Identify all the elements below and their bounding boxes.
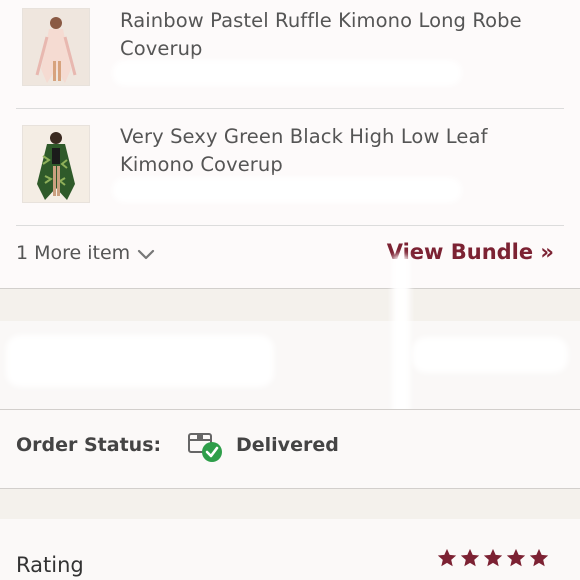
list-item[interactable]: Rainbow Pastel Ruffle Kimono Long Robe C… (0, 0, 580, 108)
rating-stars (436, 547, 551, 573)
spacer-band (0, 289, 580, 321)
list-item[interactable]: Very Sexy Green Black High Low Leaf Kimo… (0, 109, 580, 225)
package-delivered-icon (186, 428, 226, 464)
star-icon (505, 547, 527, 569)
redacted-price (112, 60, 462, 86)
redacted-price (112, 177, 462, 203)
order-status-label: Order Status: (16, 434, 162, 456)
spacer-band (0, 489, 580, 519)
star-icon (459, 547, 481, 569)
redacted-value (412, 337, 568, 373)
divider (16, 225, 564, 226)
star-icon (436, 547, 458, 569)
star-icon (528, 547, 550, 569)
order-status-value: Delivered (236, 434, 339, 456)
more-items-link[interactable]: 1 More item (16, 242, 130, 264)
item-thumbnail[interactable] (22, 125, 90, 203)
redacted-label (6, 335, 274, 387)
redacted-row (0, 321, 580, 409)
item-title[interactable]: Rainbow Pastel Ruffle Kimono Long Robe C… (120, 7, 540, 63)
chevron-down-icon[interactable] (137, 247, 155, 261)
star-icon (482, 547, 504, 569)
view-bundle-link[interactable]: View Bundle » (387, 240, 554, 264)
item-thumbnail[interactable] (22, 8, 90, 86)
order-card: Rainbow Pastel Ruffle Kimono Long Robe C… (0, 0, 580, 288)
rating-label: Rating (16, 553, 84, 577)
item-title[interactable]: Very Sexy Green Black High Low Leaf Kimo… (120, 123, 540, 179)
